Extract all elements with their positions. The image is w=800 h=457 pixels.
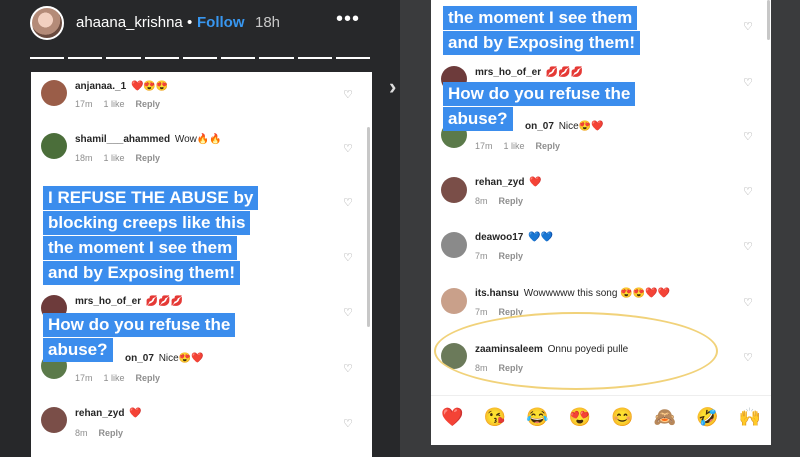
commenter-avatar[interactable]: [41, 133, 67, 159]
comment-username[interactable]: zaaminsaleem: [475, 344, 543, 355]
comment-username[interactable]: mrs_ho_of_er: [475, 67, 541, 78]
comment-age: 8m: [75, 428, 88, 438]
more-options-icon[interactable]: •••: [336, 8, 360, 31]
comment-likes[interactable]: 1 like: [104, 153, 125, 163]
scrollbar[interactable]: [767, 0, 770, 40]
comment-text: ❤️: [129, 408, 142, 419]
like-heart-icon[interactable]: ♡: [343, 196, 355, 209]
reply-button[interactable]: Reply: [499, 307, 524, 317]
caption-line: and by Exposing them!: [43, 261, 241, 285]
reply-button[interactable]: Reply: [136, 153, 161, 163]
comment-age: 18m: [75, 153, 93, 163]
reply-button[interactable]: Reply: [499, 363, 524, 373]
like-heart-icon[interactable]: ♡: [343, 362, 355, 375]
like-heart-icon[interactable]: ♡: [343, 88, 355, 101]
emoji-rofl[interactable]: 🤣: [696, 407, 718, 428]
comment-text: ❤️😍😍: [130, 81, 169, 92]
comment-text: ❤️: [529, 177, 542, 188]
story-username[interactable]: ahaana_krishna: [76, 14, 183, 31]
commenter-avatar[interactable]: [441, 288, 467, 314]
comment-username[interactable]: deawoo17: [475, 232, 523, 243]
comment-likes[interactable]: 1 like: [104, 99, 125, 109]
comment-likes[interactable]: 1 like: [504, 141, 525, 151]
comment-text: 💋💋💋: [145, 296, 184, 307]
comment-age: 17m: [475, 141, 493, 151]
emoji-reaction-bar: ❤️ 😘 😂 😍 😊 🙈 🤣 🙌: [431, 395, 771, 439]
separator-dot: •: [187, 14, 193, 31]
comment-username[interactable]: shamil___ahammed: [75, 134, 170, 145]
comment-text: 💙💙: [528, 232, 554, 243]
comment-text: Nice😍❤️: [558, 121, 604, 132]
caption-line: blocking creeps like this: [43, 211, 251, 235]
comment-username[interactable]: on_07: [125, 353, 154, 364]
question-line: abuse?: [43, 338, 113, 362]
caption-line: and by Exposing them!: [443, 31, 641, 55]
comment-text: Wow🔥🔥: [174, 134, 222, 145]
next-story-icon[interactable]: ›: [389, 74, 396, 100]
reply-button[interactable]: Reply: [536, 141, 561, 151]
comment-username[interactable]: on_07: [525, 121, 554, 132]
like-heart-icon[interactable]: ♡: [743, 351, 755, 364]
question-line: How do you refuse the: [443, 82, 636, 106]
reply-button[interactable]: Reply: [499, 196, 524, 206]
comment-username[interactable]: rehan_zyd: [475, 177, 524, 188]
reply-button[interactable]: Reply: [136, 99, 161, 109]
comment-age: 8m: [475, 196, 488, 206]
commenter-avatar[interactable]: [41, 407, 67, 433]
commenter-avatar[interactable]: [41, 80, 67, 106]
emoji-heart[interactable]: ❤️: [441, 407, 463, 428]
reply-button[interactable]: Reply: [499, 251, 524, 261]
comment-username[interactable]: its.hansu: [475, 288, 519, 299]
story-time: 18h: [255, 14, 281, 31]
like-heart-icon[interactable]: ♡: [343, 142, 355, 155]
story-progress-bar: [30, 57, 370, 60]
comment-text: Onnu poyedi pulle: [547, 344, 629, 355]
comment-username[interactable]: mrs_ho_of_er: [75, 296, 141, 307]
like-heart-icon[interactable]: ♡: [343, 306, 355, 319]
right-comments-screenshot: ♡ mrs_ho_of_er 💋💋💋 ♡ on_07 Nice😍❤️ 17m 1 …: [431, 0, 771, 445]
emoji-raised-hands[interactable]: 🙌: [739, 407, 761, 428]
like-heart-icon[interactable]: ♡: [743, 130, 755, 143]
profile-avatar[interactable]: [30, 6, 64, 40]
emoji-heart-eyes[interactable]: 😍: [569, 407, 591, 428]
comment-text: 💋💋💋: [545, 67, 584, 78]
comment-age: 17m: [75, 99, 93, 109]
commenter-avatar[interactable]: [441, 232, 467, 258]
emoji-kiss[interactable]: 😘: [484, 407, 506, 428]
story-header: ahaana_krishna • Follow 18h •••: [0, 0, 400, 48]
comment-username[interactable]: anjanaa._1: [75, 81, 126, 92]
comment-age: 17m: [75, 373, 93, 383]
caption-line: the moment I see them: [43, 236, 238, 260]
emoji-see-no-evil[interactable]: 🙈: [654, 407, 676, 428]
comment-text: Nice😍❤️: [158, 353, 204, 364]
like-heart-icon[interactable]: ♡: [743, 185, 755, 198]
commenter-avatar[interactable]: [441, 343, 467, 369]
caption-line: the moment I see them: [443, 6, 638, 30]
caption-line: I REFUSE THE ABUSE by: [43, 186, 259, 210]
like-heart-icon[interactable]: ♡: [743, 76, 755, 89]
comment-age: 7m: [475, 307, 488, 317]
comment-likes[interactable]: 1 like: [104, 373, 125, 383]
comment-age: 8m: [475, 363, 488, 373]
question-line: abuse?: [443, 107, 513, 131]
question-line: How do you refuse the: [43, 313, 236, 337]
reply-button[interactable]: Reply: [99, 428, 124, 438]
comment-text: Wowwwww this song 😍😍❤️❤️: [523, 288, 671, 299]
scrollbar[interactable]: [367, 127, 370, 327]
comment-age: 7m: [475, 251, 488, 261]
reply-button[interactable]: Reply: [136, 373, 161, 383]
like-heart-icon[interactable]: ♡: [743, 240, 755, 253]
commenter-avatar[interactable]: [441, 177, 467, 203]
like-heart-icon[interactable]: ♡: [343, 251, 355, 264]
emoji-smile[interactable]: 😊: [611, 407, 633, 428]
like-heart-icon[interactable]: ♡: [743, 296, 755, 309]
emoji-laugh[interactable]: 😂: [526, 407, 548, 428]
follow-button[interactable]: Follow: [197, 14, 245, 31]
like-heart-icon[interactable]: ♡: [343, 417, 355, 430]
like-heart-icon[interactable]: ♡: [743, 20, 755, 33]
comment-username[interactable]: rehan_zyd: [75, 408, 124, 419]
